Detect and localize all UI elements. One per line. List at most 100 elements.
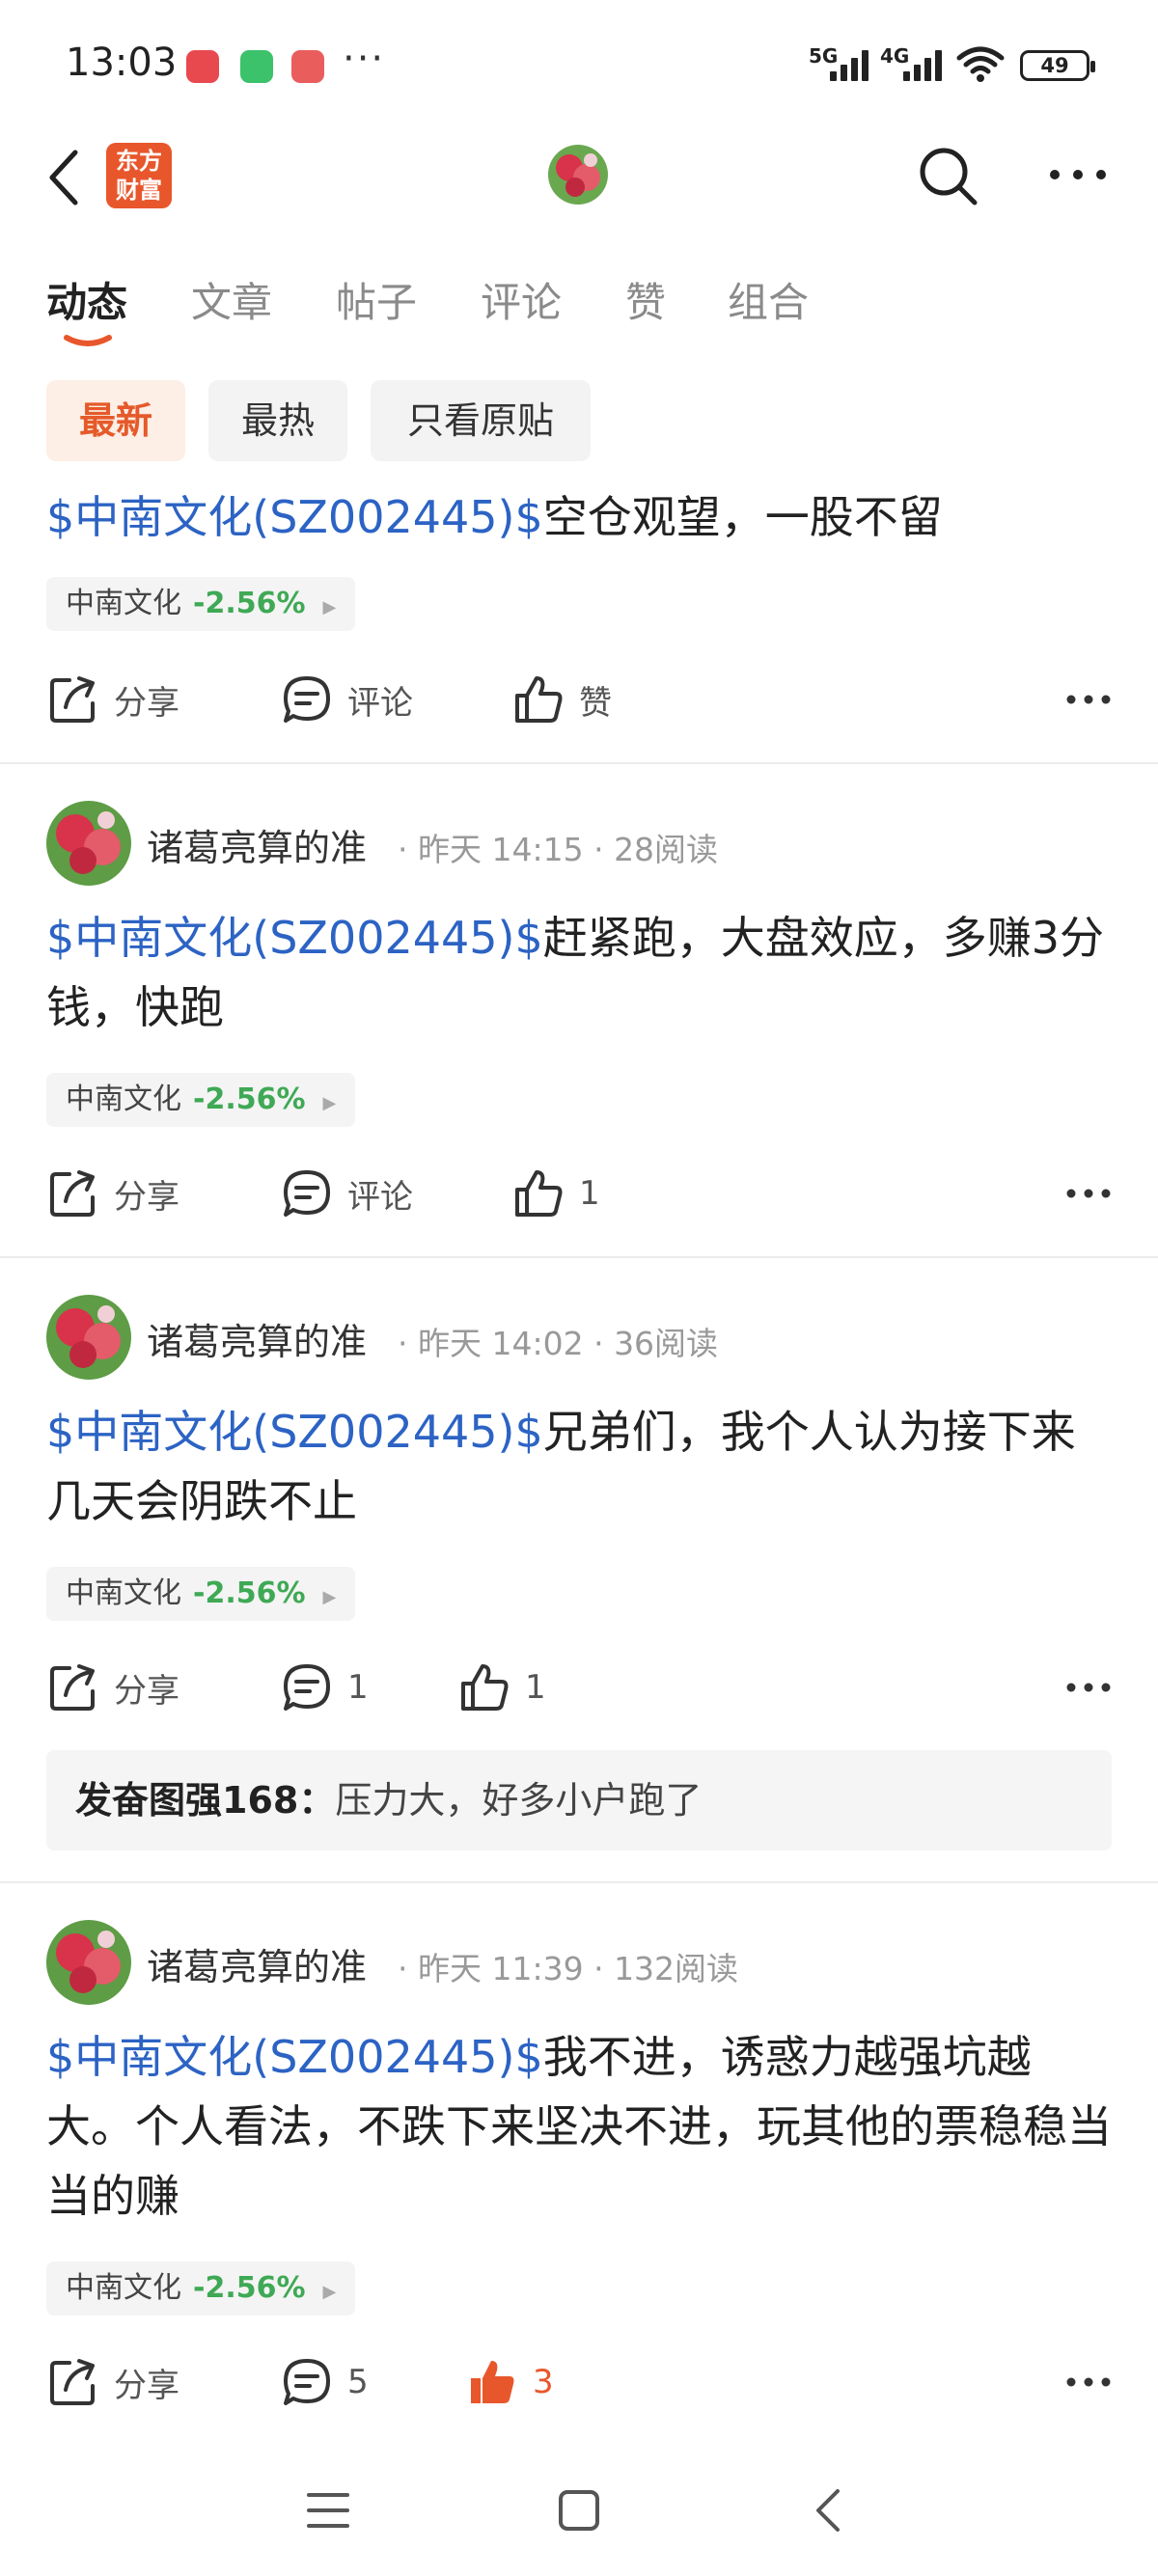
divider [0, 1256, 1158, 1258]
profile-avatar[interactable] [548, 145, 608, 205]
stock-name: 中南文化 [66, 1576, 181, 1610]
share-button[interactable]: 分享 [46, 666, 179, 733]
stock-tag-link[interactable]: $中南文化(SZ002445)$ [46, 491, 543, 543]
post-actions: 分享 1 1 [0, 1654, 1158, 1721]
post-content: $中南文化(SZ002445)$赶紧跑，大盘效应，多赚3分钱，快跑 [46, 903, 1117, 1042]
share-icon [50, 1664, 95, 1711]
menu-icon[interactable] [307, 2491, 349, 2530]
stock-name: 中南文化 [66, 1082, 181, 1116]
more-horizontal-icon[interactable] [1065, 2376, 1112, 2388]
active-tab-indicator [64, 335, 112, 346]
avatar[interactable] [46, 1920, 131, 2005]
search-icon[interactable] [917, 145, 980, 208]
divider [0, 1881, 1158, 1883]
reply-author[interactable]: 发奋图强168： [75, 1779, 335, 1822]
post-author-row: 诸葛亮算的准 · 昨天 14:02 · 36阅读 [46, 1295, 1108, 1380]
like-count: 3 [533, 2363, 554, 2401]
thumbs-up-icon [515, 1170, 563, 1217]
avatar[interactable] [46, 1295, 131, 1380]
post-content: $中南文化(SZ002445)$空仓观望，一股不留 [46, 482, 1117, 552]
like-label: 赞 [579, 683, 612, 723]
status-time: 13:03 [66, 41, 178, 85]
tab-portfolio[interactable]: 组合 [728, 270, 809, 329]
more-horizontal-icon[interactable] [1065, 694, 1112, 705]
post-content: $中南文化(SZ002445)$我不进，诱惑力越强坑越大。个人看法，不跌下来坚决… [46, 2022, 1117, 2231]
post-meta: · 昨天 11:39 · 132阅读 [398, 1950, 739, 1987]
post-actions: 分享 5 3 [0, 2348, 1158, 2416]
top-nav: 东方 财富 [0, 135, 1158, 241]
read-count: 36阅读 [614, 1325, 719, 1362]
filter-latest[interactable]: 最新 [46, 380, 185, 461]
filter-original-only[interactable]: 只看原贴 [371, 380, 591, 461]
status-bar: 13:03 ··· 5G 4G 49 [0, 0, 1158, 130]
author-name[interactable]: 诸葛亮算的准 [147, 1937, 367, 1990]
more-horizontal-icon[interactable] [1048, 168, 1108, 181]
stock-name: 中南文化 [66, 2271, 181, 2305]
more-notifications-icon: ··· [343, 37, 386, 81]
share-label: 分享 [114, 683, 179, 723]
tab-comments[interactable]: 评论 [481, 270, 562, 329]
share-button[interactable]: 分享 [46, 1160, 179, 1227]
stock-change: -2.56% [193, 1082, 306, 1116]
stock-quote-chip[interactable]: 中南文化 -2.56% ▶ [46, 1073, 356, 1127]
wechat-notification-icon [240, 50, 273, 83]
comment-count: 5 [347, 2363, 369, 2401]
triangle-right-icon: ▶ [322, 2282, 337, 2302]
share-label: 分享 [114, 2366, 179, 2405]
comment-icon [284, 1170, 330, 1217]
share-button[interactable]: 分享 [46, 2348, 179, 2416]
stock-quote-chip[interactable]: 中南文化 -2.56% ▶ [46, 577, 356, 631]
author-name[interactable]: 诸葛亮算的准 [147, 1312, 367, 1365]
divider [0, 762, 1158, 764]
post-author-row: 诸葛亮算的准 · 昨天 14:15 · 28阅读 [46, 801, 1108, 886]
like-button[interactable]: 1 [457, 1654, 546, 1721]
triangle-right-icon: ▶ [322, 597, 337, 617]
tab-articles[interactable]: 文章 [191, 270, 272, 329]
profile-tabs: 动态 文章 帖子 评论 赞 组合 [0, 270, 1158, 347]
post-meta: · 昨天 14:15 · 28阅读 [398, 831, 719, 868]
more-horizontal-icon[interactable] [1065, 1682, 1112, 1693]
logo-text: 东方 [116, 148, 162, 175]
signal-icon [830, 48, 874, 81]
post-actions: 分享 评论 1 [0, 1160, 1158, 1227]
home-square-icon[interactable] [558, 2489, 600, 2532]
stock-tag-link[interactable]: $中南文化(SZ002445)$ [46, 912, 543, 964]
tab-activity[interactable]: 动态 [46, 270, 127, 329]
share-label: 分享 [114, 1177, 179, 1217]
comment-icon [284, 1664, 330, 1711]
like-button[interactable]: 1 [511, 1160, 600, 1227]
like-count: 1 [525, 1668, 546, 1707]
comment-label: 评论 [347, 683, 413, 723]
post-actions: 分享 评论 赞 [0, 666, 1158, 733]
share-button[interactable]: 分享 [46, 1654, 179, 1721]
avatar[interactable] [46, 801, 131, 886]
comment-button[interactable]: 5 [280, 2348, 369, 2416]
comment-button[interactable]: 评论 [280, 1160, 413, 1227]
reply-text: 压力大，好多小户跑了 [335, 1779, 703, 1822]
like-button[interactable]: 3 [465, 2348, 554, 2416]
thumbs-up-icon [515, 676, 563, 723]
comment-button[interactable]: 评论 [280, 666, 413, 733]
stock-change: -2.56% [193, 1576, 306, 1610]
tab-posts[interactable]: 帖子 [336, 270, 417, 329]
like-button[interactable]: 赞 [511, 666, 612, 733]
stock-tag-link[interactable]: $中南文化(SZ002445)$ [46, 1406, 543, 1458]
filter-hottest[interactable]: 最热 [208, 380, 347, 461]
post-text: 空仓观望，一股不留 [542, 491, 943, 543]
share-icon [50, 2359, 95, 2405]
top-reply-preview[interactable]: 发奋图强168：压力大，好多小户跑了 [46, 1750, 1112, 1850]
tab-likes[interactable]: 赞 [625, 270, 666, 329]
comment-button[interactable]: 1 [280, 1654, 369, 1721]
stock-change: -2.56% [193, 587, 306, 620]
back-triangle-icon[interactable] [813, 2487, 841, 2534]
post-meta: · 昨天 14:02 · 36阅读 [398, 1325, 719, 1362]
stock-quote-chip[interactable]: 中南文化 -2.56% ▶ [46, 2261, 356, 2316]
more-horizontal-icon[interactable] [1065, 1188, 1112, 1199]
notification-app-icon [291, 50, 324, 83]
share-icon [50, 676, 95, 723]
stock-quote-chip[interactable]: 中南文化 -2.56% ▶ [46, 1567, 356, 1621]
stock-tag-link[interactable]: $中南文化(SZ002445)$ [46, 2031, 543, 2083]
author-name[interactable]: 诸葛亮算的准 [147, 818, 367, 871]
post-author-row: 诸葛亮算的准 · 昨天 11:39 · 132阅读 [46, 1920, 1108, 2005]
chevron-left-icon[interactable] [42, 149, 85, 206]
